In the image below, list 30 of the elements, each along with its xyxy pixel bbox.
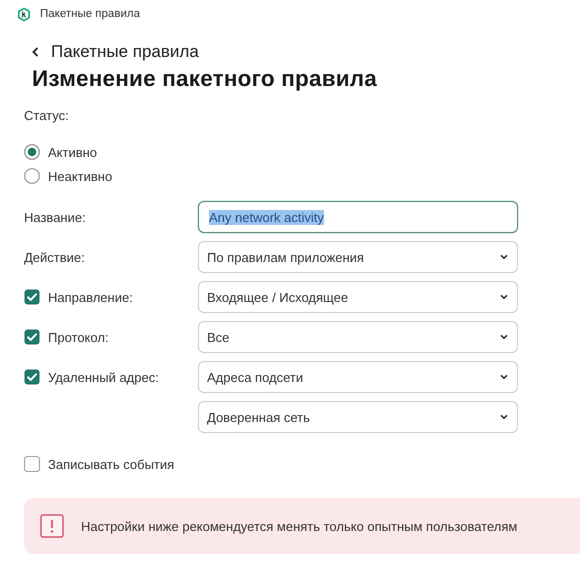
dropdown[interactable]: По правилам приложения <box>198 241 518 273</box>
checkbox[interactable] <box>24 329 40 345</box>
dropdown[interactable]: Адреса подсети <box>198 361 518 393</box>
window-title: Пакетные правила <box>40 8 140 20</box>
chevron-down-icon <box>500 254 508 260</box>
chevron-down-icon <box>500 374 508 380</box>
chevron-down-icon <box>500 334 508 340</box>
app-logo-icon <box>17 6 31 22</box>
radio-option[interactable]: Неактивно <box>24 164 112 188</box>
checkbox-label: Записывать события <box>48 456 174 472</box>
dropdown[interactable]: Доверенная сеть <box>198 401 518 433</box>
dropdown[interactable]: Входящее / Исходящее <box>198 281 518 313</box>
field-label: Протокол: <box>48 330 109 344</box>
name-field[interactable]: Any network activity <box>198 201 518 233</box>
warning-icon <box>40 514 64 538</box>
warning-text: Настройки ниже рекомендуется менять только опытным пользователям <box>81 518 518 534</box>
field-label: Удаленный адрес: <box>48 370 159 384</box>
dropdown[interactable]: Все <box>198 321 518 353</box>
chevron-down-icon <box>500 414 508 420</box>
checkbox[interactable] <box>24 289 40 305</box>
page-title: Изменение пакетного правила <box>32 66 378 92</box>
checkbox[interactable] <box>24 369 40 385</box>
checkbox[interactable] <box>24 456 40 472</box>
field-label: Направление: <box>48 290 133 304</box>
status-label: Статус: <box>24 108 70 123</box>
back-link[interactable]: Пакетные правила <box>32 42 199 62</box>
radio-option[interactable]: Активно <box>24 140 98 164</box>
field-label: Действие: <box>24 250 85 264</box>
field-label: Название: <box>24 210 86 224</box>
chevron-down-icon <box>500 294 508 300</box>
